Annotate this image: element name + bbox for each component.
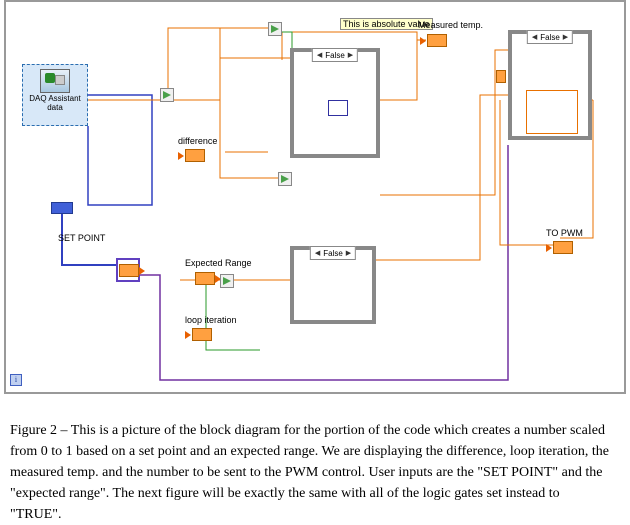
compare-node-1[interactable]: [160, 88, 174, 102]
compare-node-5[interactable]: [220, 274, 234, 288]
case-structure-2[interactable]: ◀ False ▶: [290, 246, 376, 324]
setpoint-label: SET POINT: [58, 233, 105, 243]
case-selector-2-value: False: [323, 249, 343, 258]
daq-assistant-node[interactable]: DAQ Assistant data: [22, 64, 88, 126]
difference-label: difference: [178, 136, 217, 146]
expected-range-label: Expected Range: [185, 258, 252, 268]
loop-iteration-label: loop iteration: [185, 315, 237, 325]
case1-inner-node[interactable]: [328, 100, 348, 116]
expected-range-control[interactable]: [195, 272, 215, 285]
case-selector-3-value: False: [540, 33, 560, 42]
to-pwm-indicator[interactable]: [546, 241, 574, 256]
dynamic-data-converter[interactable]: [51, 202, 73, 214]
case-selector-1-value: False: [325, 51, 345, 60]
chevron-left-icon[interactable]: ◀: [532, 33, 537, 41]
loop-iteration-indicator[interactable]: [185, 328, 213, 343]
chevron-right-icon[interactable]: ▶: [563, 33, 568, 41]
case-selector-3[interactable]: ◀ False ▶: [527, 30, 573, 44]
compare-node-4[interactable]: [278, 172, 292, 186]
chevron-left-icon[interactable]: ◀: [317, 51, 322, 59]
setpoint-control[interactable]: [116, 258, 140, 282]
chevron-right-icon[interactable]: ▶: [346, 249, 351, 257]
compare-node-2[interactable]: [268, 22, 282, 36]
measured-temp-indicator[interactable]: [420, 34, 448, 49]
case-structure-3[interactable]: ◀ False ▶: [508, 30, 592, 140]
block-diagram: DAQ Assistant data SET POINT difference …: [0, 0, 630, 400]
loop-iteration-terminal[interactable]: [10, 374, 22, 386]
daq-icon: [40, 69, 70, 93]
numeric-constant[interactable]: [496, 70, 506, 83]
to-pwm-label: TO PWM: [546, 228, 583, 238]
case-structure-1[interactable]: ◀ False ▶: [290, 48, 380, 158]
case-selector-1[interactable]: ◀ False ▶: [312, 48, 358, 62]
case3-inner-frame: [526, 90, 578, 134]
daq-label-2: data: [23, 104, 87, 113]
measured-temp-label: Measured temp.: [418, 20, 483, 30]
chevron-left-icon[interactable]: ◀: [315, 249, 320, 257]
case-selector-2[interactable]: ◀ False ▶: [310, 246, 356, 260]
setpoint-terminal-icon: [119, 264, 139, 277]
figure-caption: Figure 2 – This is a picture of the bloc…: [10, 420, 610, 525]
difference-indicator[interactable]: [178, 149, 206, 164]
chevron-right-icon[interactable]: ▶: [348, 51, 353, 59]
